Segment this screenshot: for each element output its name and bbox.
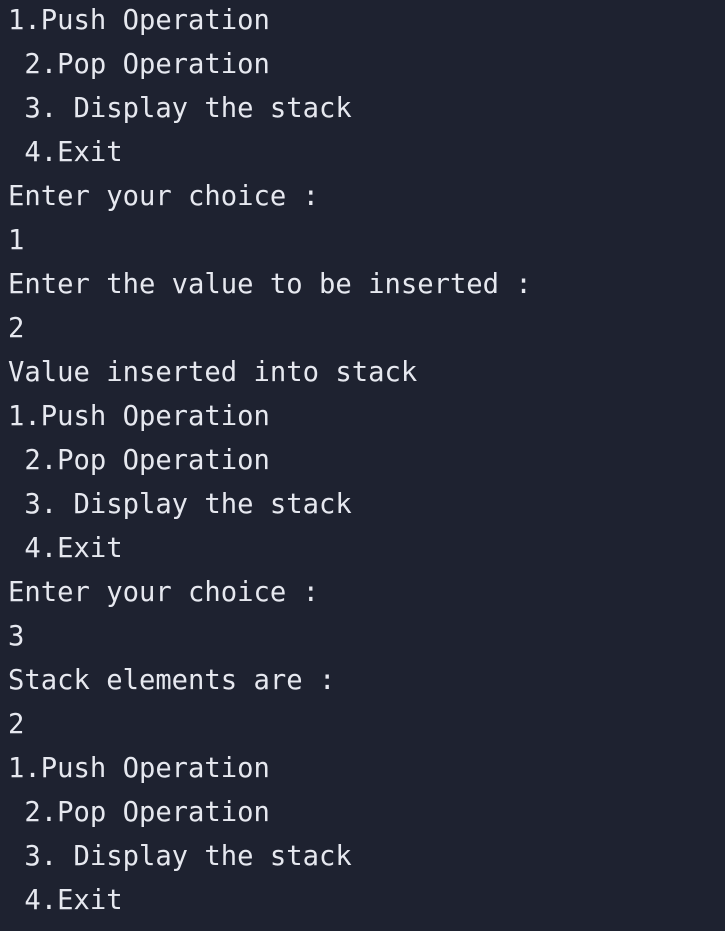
value-input-line: 2 (8, 313, 25, 344)
choice-input-line: 1 (8, 225, 25, 256)
menu-exit-line: 4.Exit (8, 885, 123, 916)
menu-exit-line: 4.Exit (8, 533, 123, 564)
stack-elements-header-line: Stack elements are : (8, 665, 336, 696)
menu-push-line: 1.Push Operation (8, 753, 270, 784)
menu-display-line: 3. Display the stack (8, 93, 352, 124)
choice-input-line: 3 (8, 621, 25, 652)
menu-display-line: 3. Display the stack (8, 489, 352, 520)
status-message-line: Value inserted into stack (8, 357, 418, 388)
choice-prompt-line: Enter your choice : (8, 181, 319, 212)
menu-push-line: 1.Push Operation (8, 401, 270, 432)
menu-display-line: 3. Display the stack (8, 841, 352, 872)
menu-exit-line: 4.Exit (8, 137, 123, 168)
menu-pop-line: 2.Pop Operation (8, 445, 270, 476)
stack-element-line: 2 (8, 709, 25, 740)
terminal-output: 1.Push Operation 2.Pop Operation 3. Disp… (0, 0, 725, 931)
choice-prompt-line: Enter your choice : (8, 577, 319, 608)
value-prompt-line: Enter the value to be inserted : (8, 269, 532, 300)
menu-pop-line: 2.Pop Operation (8, 797, 270, 828)
menu-push-line: 1.Push Operation (8, 5, 270, 36)
menu-pop-line: 2.Pop Operation (8, 49, 270, 80)
